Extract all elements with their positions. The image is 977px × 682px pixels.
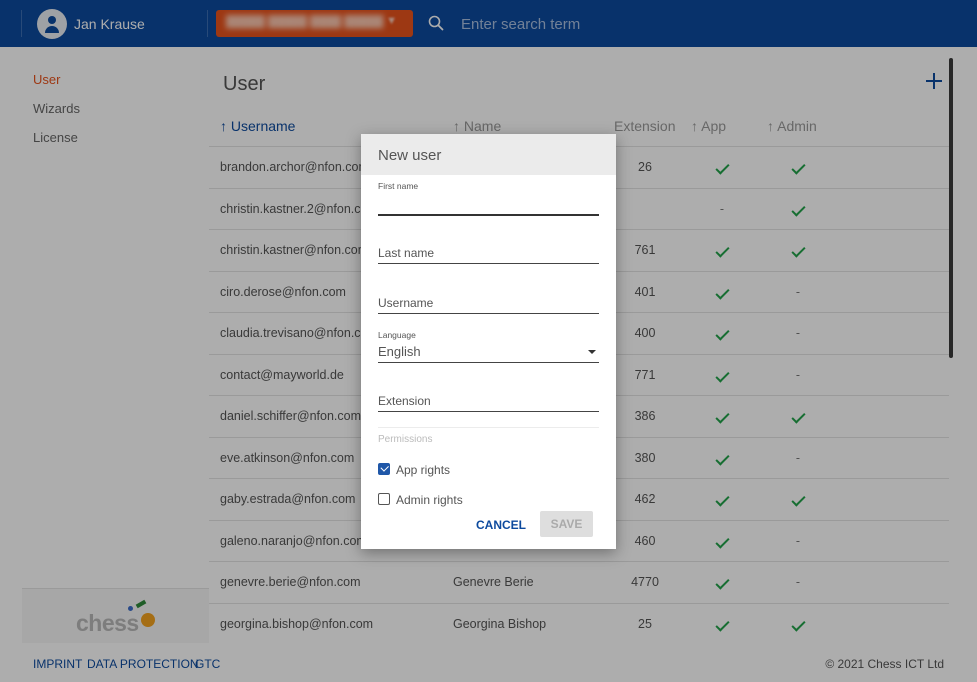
first-name-field[interactable] <box>378 192 599 216</box>
username-field[interactable] <box>378 294 599 314</box>
cancel-button[interactable]: CANCEL <box>473 513 529 537</box>
first-name-label: First name <box>378 181 419 191</box>
extension-field[interactable] <box>378 392 599 412</box>
app-rights-label[interactable]: App rights <box>396 463 450 477</box>
language-label: Language <box>378 330 416 340</box>
dialog-header: New user <box>361 134 616 175</box>
dialog-title: New user <box>378 147 442 164</box>
permissions-divider <box>378 427 599 428</box>
last-name-field[interactable] <box>378 244 599 264</box>
admin-rights-checkbox[interactable] <box>378 493 390 505</box>
dropdown-arrow-icon <box>588 350 596 354</box>
admin-rights-label[interactable]: Admin rights <box>396 493 463 507</box>
save-button[interactable]: SAVE <box>540 511 593 537</box>
language-select[interactable]: English <box>378 343 599 363</box>
extension-input[interactable] <box>378 394 599 408</box>
first-name-input[interactable] <box>378 194 599 208</box>
new-user-dialog: New user First name Language English Per… <box>361 134 616 549</box>
language-value: English <box>378 344 421 359</box>
last-name-input[interactable] <box>378 246 599 260</box>
permissions-label: Permissions <box>378 434 433 445</box>
app-rights-checkbox[interactable] <box>378 463 390 475</box>
username-input[interactable] <box>378 296 599 310</box>
